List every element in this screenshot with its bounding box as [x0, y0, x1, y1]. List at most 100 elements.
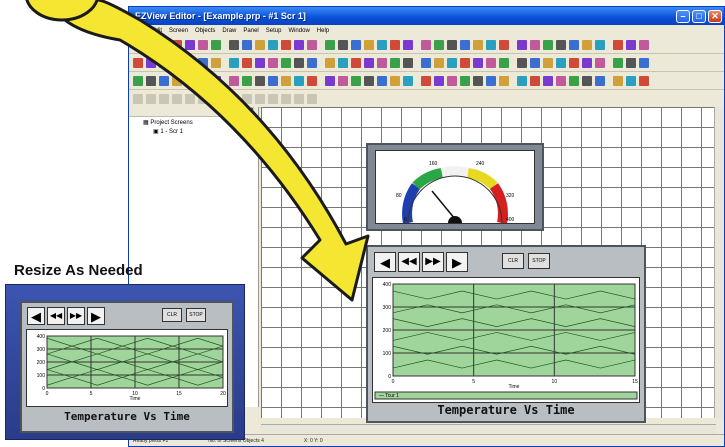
- toolbar-tool-icon[interactable]: [556, 39, 566, 50]
- toolbar-tool-icon[interactable]: [569, 75, 579, 86]
- toolbar-tool-icon[interactable]: [626, 39, 636, 50]
- toolbar-tool-icon[interactable]: [639, 39, 649, 50]
- toolbar-tool-icon[interactable]: [198, 39, 208, 50]
- toolbar-tool-icon[interactable]: [377, 57, 387, 68]
- toolbar-tool-icon[interactable]: [499, 75, 509, 86]
- toolbar-tool-icon[interactable]: [229, 75, 239, 86]
- toolbar-tool-icon[interactable]: [198, 57, 208, 68]
- menu-window[interactable]: Window: [288, 28, 309, 34]
- toolbar-tool-icon[interactable]: [338, 75, 348, 86]
- toolbar-tool-icon[interactable]: [377, 75, 387, 86]
- toolbar-tool-icon[interactable]: [613, 39, 623, 50]
- toolbar-tool-icon[interactable]: [364, 39, 374, 50]
- toolbar-tool-icon[interactable]: [185, 75, 195, 86]
- toolbar-tool-icon[interactable]: [390, 57, 400, 68]
- toolbar-tool-icon[interactable]: [543, 57, 553, 68]
- toolbar-tool-icon[interactable]: [255, 39, 265, 50]
- toolbar-tool-icon[interactable]: [172, 93, 182, 104]
- tree-root[interactable]: ▦ Project Screens: [129, 117, 258, 126]
- toolbar-tool-icon[interactable]: [390, 39, 400, 50]
- toolbar-tool-icon[interactable]: [582, 75, 592, 86]
- toolbar-tool-icon[interactable]: [517, 39, 527, 50]
- toolbar-tool-icon[interactable]: [185, 57, 195, 68]
- toolbar-tool-icon[interactable]: [229, 39, 239, 50]
- toolbar-tool-icon[interactable]: [517, 57, 527, 68]
- toolbar-tool-icon[interactable]: [582, 39, 592, 50]
- menu-screen[interactable]: Screen: [169, 28, 188, 34]
- toolbar-tool-icon[interactable]: [403, 39, 413, 50]
- toolbar-tool-icon[interactable]: [556, 57, 566, 68]
- toolbar-tool-icon[interactable]: [530, 57, 540, 68]
- toolbar-tool-icon[interactable]: [421, 57, 431, 68]
- clr-button[interactable]: CLR: [502, 253, 524, 269]
- toolbar-tool-icon[interactable]: [473, 57, 483, 68]
- menu-objects[interactable]: Objects: [195, 28, 215, 34]
- horizontal-scrollbar[interactable]: [261, 424, 716, 434]
- minimize-button[interactable]: –: [676, 9, 690, 23]
- toolbar-tool-icon[interactable]: [159, 75, 169, 86]
- toolbar-tool-icon[interactable]: [307, 93, 317, 104]
- fast-back-button[interactable]: ◀◀: [398, 252, 420, 272]
- step-back-button[interactable]: ◀: [374, 252, 396, 272]
- toolbar-tool-icon[interactable]: [338, 57, 348, 68]
- toolbar-tool-icon[interactable]: [211, 75, 221, 86]
- toolbar-tool-icon[interactable]: [185, 39, 195, 50]
- toolbar-tool-icon[interactable]: [159, 93, 169, 104]
- toolbar-tool-icon[interactable]: [133, 57, 143, 68]
- toolbar-tool-icon[interactable]: [595, 39, 605, 50]
- toolbar-tool-icon[interactable]: [268, 57, 278, 68]
- toolbar-tool-icon[interactable]: [434, 57, 444, 68]
- toolbar-tool-icon[interactable]: [146, 93, 156, 104]
- toolbar-tool-icon[interactable]: [159, 39, 169, 50]
- toolbar-tool-icon[interactable]: [556, 75, 566, 86]
- toolbar-tool-icon[interactable]: [613, 75, 623, 86]
- toolbar-tool-icon[interactable]: [421, 39, 431, 50]
- toolbar-tool-icon[interactable]: [499, 39, 509, 50]
- trend-panel[interactable]: ◀ ◀◀ ▶▶ ▶ CLR STOP 400 300 200 100 0 0 5 10 15 Ti…: [366, 245, 646, 423]
- maximize-button[interactable]: □: [692, 9, 706, 23]
- toolbar-tool-icon[interactable]: [639, 75, 649, 86]
- toolbar-tool-icon[interactable]: [242, 75, 252, 86]
- toolbar-tool-icon[interactable]: [460, 75, 470, 86]
- toolbar-tool-icon[interactable]: [351, 57, 361, 68]
- menu-help[interactable]: Help: [317, 28, 329, 34]
- toolbar-tool-icon[interactable]: [185, 93, 195, 104]
- tree-screen-item[interactable]: ▣ 1 - Scr 1: [129, 126, 258, 135]
- step-forward-button[interactable]: ▶: [446, 252, 468, 272]
- toolbar-tool-icon[interactable]: [403, 75, 413, 86]
- close-button[interactable]: ✕: [708, 9, 722, 23]
- toolbar-tool-icon[interactable]: [569, 39, 579, 50]
- toolbar-tool-icon[interactable]: [626, 75, 636, 86]
- vertical-scrollbar[interactable]: [714, 107, 724, 418]
- toolbar-tool-icon[interactable]: [543, 39, 553, 50]
- toolbar-tool-icon[interactable]: [133, 93, 143, 104]
- fast-forward-button[interactable]: ▶▶: [422, 252, 444, 272]
- toolbar-tool-icon[interactable]: [595, 57, 605, 68]
- toolbar-tool-icon[interactable]: [211, 57, 221, 68]
- toolbar-tool-icon[interactable]: [268, 75, 278, 86]
- menu-panel[interactable]: Panel: [243, 28, 258, 34]
- toolbar-tool-icon[interactable]: [268, 39, 278, 50]
- toolbar-tool-icon[interactable]: [517, 75, 527, 86]
- toolbar-tool-icon[interactable]: [351, 75, 361, 86]
- toolbar-tool-icon[interactable]: [294, 57, 304, 68]
- toolbar-tool-icon[interactable]: [403, 57, 413, 68]
- toolbar-tool-icon[interactable]: [307, 57, 317, 68]
- toolbar-tool-icon[interactable]: [211, 39, 221, 50]
- toolbar-tool-icon[interactable]: [543, 75, 553, 86]
- toolbar-tool-icon[interactable]: [281, 57, 291, 68]
- toolbar-tool-icon[interactable]: [473, 39, 483, 50]
- toolbar-tool-icon[interactable]: [294, 75, 304, 86]
- toolbar-tool-icon[interactable]: [146, 57, 156, 68]
- toolbar-tool-icon[interactable]: [307, 39, 317, 50]
- menu-draw[interactable]: Draw: [222, 28, 236, 34]
- toolbar-tool-icon[interactable]: [294, 39, 304, 50]
- toolbar-tool-icon[interactable]: [473, 75, 483, 86]
- toolbar-tool-icon[interactable]: [569, 57, 579, 68]
- stop-button[interactable]: STOP: [528, 253, 550, 269]
- toolbar-tool-icon[interactable]: [377, 39, 387, 50]
- toolbar-tool-icon[interactable]: [325, 75, 335, 86]
- toolbar-tool-icon[interactable]: [198, 75, 208, 86]
- toolbar-tool-icon[interactable]: [172, 75, 182, 86]
- toolbar-tool-icon[interactable]: [595, 75, 605, 86]
